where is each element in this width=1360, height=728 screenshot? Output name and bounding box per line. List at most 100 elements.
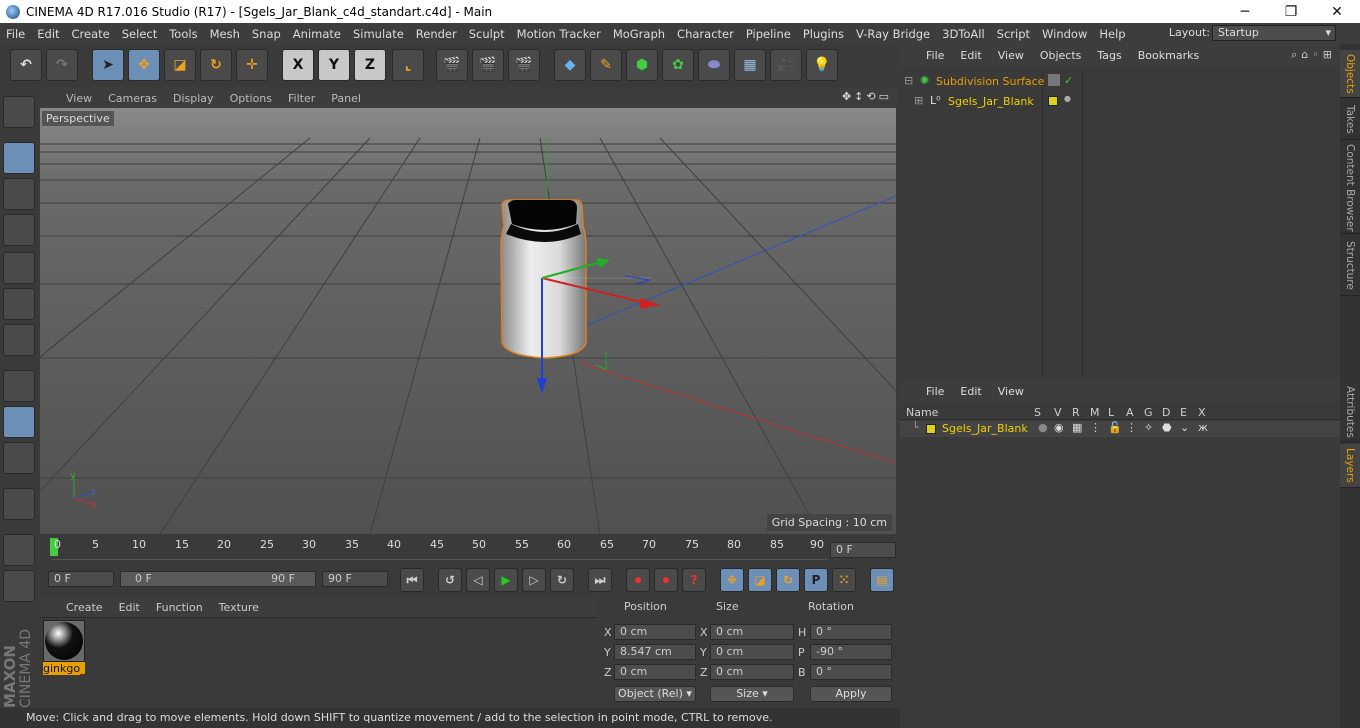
menu-mograph[interactable]: MoGraph [607, 27, 671, 41]
menu-select[interactable]: Select [116, 27, 163, 41]
coordinate-system-button[interactable]: ⌞ [392, 49, 424, 81]
end-frame-field[interactable]: 90 F [322, 571, 388, 587]
animation-icon[interactable]: ⋮ [1126, 421, 1137, 434]
keyframe-selection-button[interactable]: ? [682, 568, 706, 592]
visibility-dots-icon[interactable]: ● [1064, 94, 1071, 103]
material-menu-function[interactable]: Function [148, 601, 211, 614]
cube-button[interactable]: ◆ [554, 49, 586, 81]
grid-lock-button[interactable] [3, 534, 35, 566]
tab-content-browser[interactable]: Content Browser [1340, 142, 1360, 234]
menu-tools[interactable]: Tools [163, 27, 203, 41]
collapse-icon[interactable]: ⊟ [904, 74, 913, 87]
menu-simulate[interactable]: Simulate [347, 27, 410, 41]
redo-button[interactable]: ↷ [46, 49, 78, 81]
camera-button[interactable]: 🎥 [770, 49, 802, 81]
render-picture-viewer-button[interactable]: 🎬 [472, 49, 504, 81]
render-settings-button[interactable]: 🎬 [508, 49, 540, 81]
make-editable-button[interactable] [3, 96, 35, 128]
solo-icon[interactable]: ● [1038, 421, 1048, 434]
z-axis-button[interactable]: Z [354, 49, 386, 81]
axis-mode-button[interactable] [3, 370, 35, 402]
menu-help[interactable]: Help [1093, 27, 1131, 41]
rot-h-field[interactable]: 0 ° [810, 624, 892, 640]
key-parameter-button[interactable]: P [804, 568, 828, 592]
polygons-mode-button[interactable] [3, 324, 35, 356]
magnet-button[interactable] [3, 488, 35, 520]
menu-vray-bridge[interactable]: V-Ray Bridge [850, 27, 936, 41]
live-selection-button[interactable]: ➤ [92, 49, 124, 81]
texture-mode-button[interactable] [3, 178, 35, 210]
tab-structure[interactable]: Structure [1340, 236, 1360, 296]
menu-render[interactable]: Render [410, 27, 463, 41]
apply-button[interactable]: Apply [810, 686, 892, 702]
model-mode-button[interactable] [3, 142, 35, 174]
move-tool-button[interactable]: ✥ [128, 49, 160, 81]
rot-p-field[interactable]: -90 ° [810, 644, 892, 660]
workplane-lock-button[interactable] [3, 570, 35, 602]
object-row-subdivision[interactable]: ⊟ ✺ Subdivision Surface ✓ [904, 74, 1340, 92]
menu-plugins[interactable]: Plugins [797, 27, 850, 41]
lock-icon[interactable]: 🔓 [1108, 421, 1122, 434]
viewport-menu-panel[interactable]: Panel [323, 92, 369, 105]
layer-menu-view[interactable]: View [990, 385, 1032, 398]
expression-icon[interactable]: ⌄ [1180, 421, 1189, 434]
light-button[interactable]: 💡 [806, 49, 838, 81]
menu-file[interactable]: File [0, 27, 31, 41]
object-menu-view[interactable]: View [990, 49, 1032, 62]
deformer-icon[interactable]: ⬣ [1162, 421, 1172, 434]
timeline-track[interactable]: 0 5 10 15 20 25 30 35 40 45 50 55 60 65 … [50, 538, 828, 560]
object-menu-file[interactable]: File [918, 49, 952, 62]
tab-layers[interactable]: Layers [1340, 444, 1360, 488]
scale-tool-button[interactable]: ◪ [164, 49, 196, 81]
tab-objects[interactable]: Objects [1340, 50, 1360, 98]
viewport-menu-options[interactable]: Options [222, 92, 280, 105]
minimize-button[interactable]: ─ [1222, 0, 1268, 23]
manager-icon[interactable]: ⋮ [1090, 421, 1101, 434]
render-clapper-icon[interactable]: ▦ [1072, 421, 1082, 434]
object-name[interactable]: Subdivision Surface [936, 75, 1044, 88]
menu-snap[interactable]: Snap [246, 27, 287, 41]
key-position-button[interactable]: ✥ [720, 568, 744, 592]
menu-3dtoall[interactable]: 3DToAll [936, 27, 991, 41]
layer-menu-file[interactable]: File [918, 385, 952, 398]
object-nav-icons[interactable]: ⌕⌂◦⊞ [1291, 48, 1336, 62]
size-z-field[interactable]: 0 cm [710, 664, 794, 680]
timeline-ruler[interactable]: 0 5 10 15 20 25 30 35 40 45 50 55 60 65 … [40, 536, 898, 562]
y-axis-button[interactable]: Y [318, 49, 350, 81]
timeline-window-button[interactable]: ▤ [870, 568, 894, 592]
size-y-field[interactable]: 0 cm [710, 644, 794, 660]
material-menu-texture[interactable]: Texture [211, 601, 267, 614]
goto-end-button[interactable]: ⏭ [588, 568, 612, 592]
material-menu-create[interactable]: Create [58, 601, 111, 614]
viewport-menu-filter[interactable]: Filter [280, 92, 323, 105]
undo-button[interactable]: ↶ [10, 49, 42, 81]
material-item[interactable]: ginkgo_ [43, 620, 86, 676]
menu-window[interactable]: Window [1036, 27, 1093, 41]
frame-range-slider[interactable]: 0 F 90 F [120, 571, 316, 587]
object-row-jar[interactable]: ⊞ L⁰ Sgels_Jar_Blank ● [904, 94, 1340, 112]
xref-icon[interactable]: ж [1198, 421, 1208, 434]
edges-mode-button[interactable] [3, 288, 35, 320]
tab-takes[interactable]: Takes [1340, 100, 1360, 140]
pos-x-field[interactable]: 0 cm [614, 624, 696, 640]
viewport-menu-view[interactable]: View [58, 92, 100, 105]
key-rotation-button[interactable]: ↻ [776, 568, 800, 592]
object-menu-edit[interactable]: Edit [952, 49, 989, 62]
rot-b-field[interactable]: 0 ° [810, 664, 892, 680]
key-pla-button[interactable]: ⁙ [832, 568, 856, 592]
rotate-tool-button[interactable]: ↻ [200, 49, 232, 81]
close-button[interactable]: ✕ [1314, 0, 1360, 23]
floor-button[interactable]: ▦ [734, 49, 766, 81]
subdivision-button[interactable]: ⬢ [626, 49, 658, 81]
coord-mode-dropdown[interactable]: Object (Rel) ▾ [614, 686, 696, 702]
layer-row[interactable]: └ Sgels_Jar_Blank ● ◉ ▦ ⋮ 🔓 ⋮ ✧ ⬣ ⌄ ж [900, 421, 1340, 437]
object-name[interactable]: Sgels_Jar_Blank [948, 95, 1034, 108]
expand-icon[interactable]: ⊞ [914, 94, 923, 107]
snap-button[interactable] [3, 442, 35, 474]
object-menu-objects[interactable]: Objects [1032, 49, 1090, 62]
layer-menu-edit[interactable]: Edit [952, 385, 989, 398]
size-mode-dropdown[interactable]: Size ▾ [710, 686, 794, 702]
render-view-button[interactable]: 🎬 [436, 49, 468, 81]
size-x-field[interactable]: 0 cm [710, 624, 794, 640]
layer-name[interactable]: Sgels_Jar_Blank [942, 422, 1028, 435]
